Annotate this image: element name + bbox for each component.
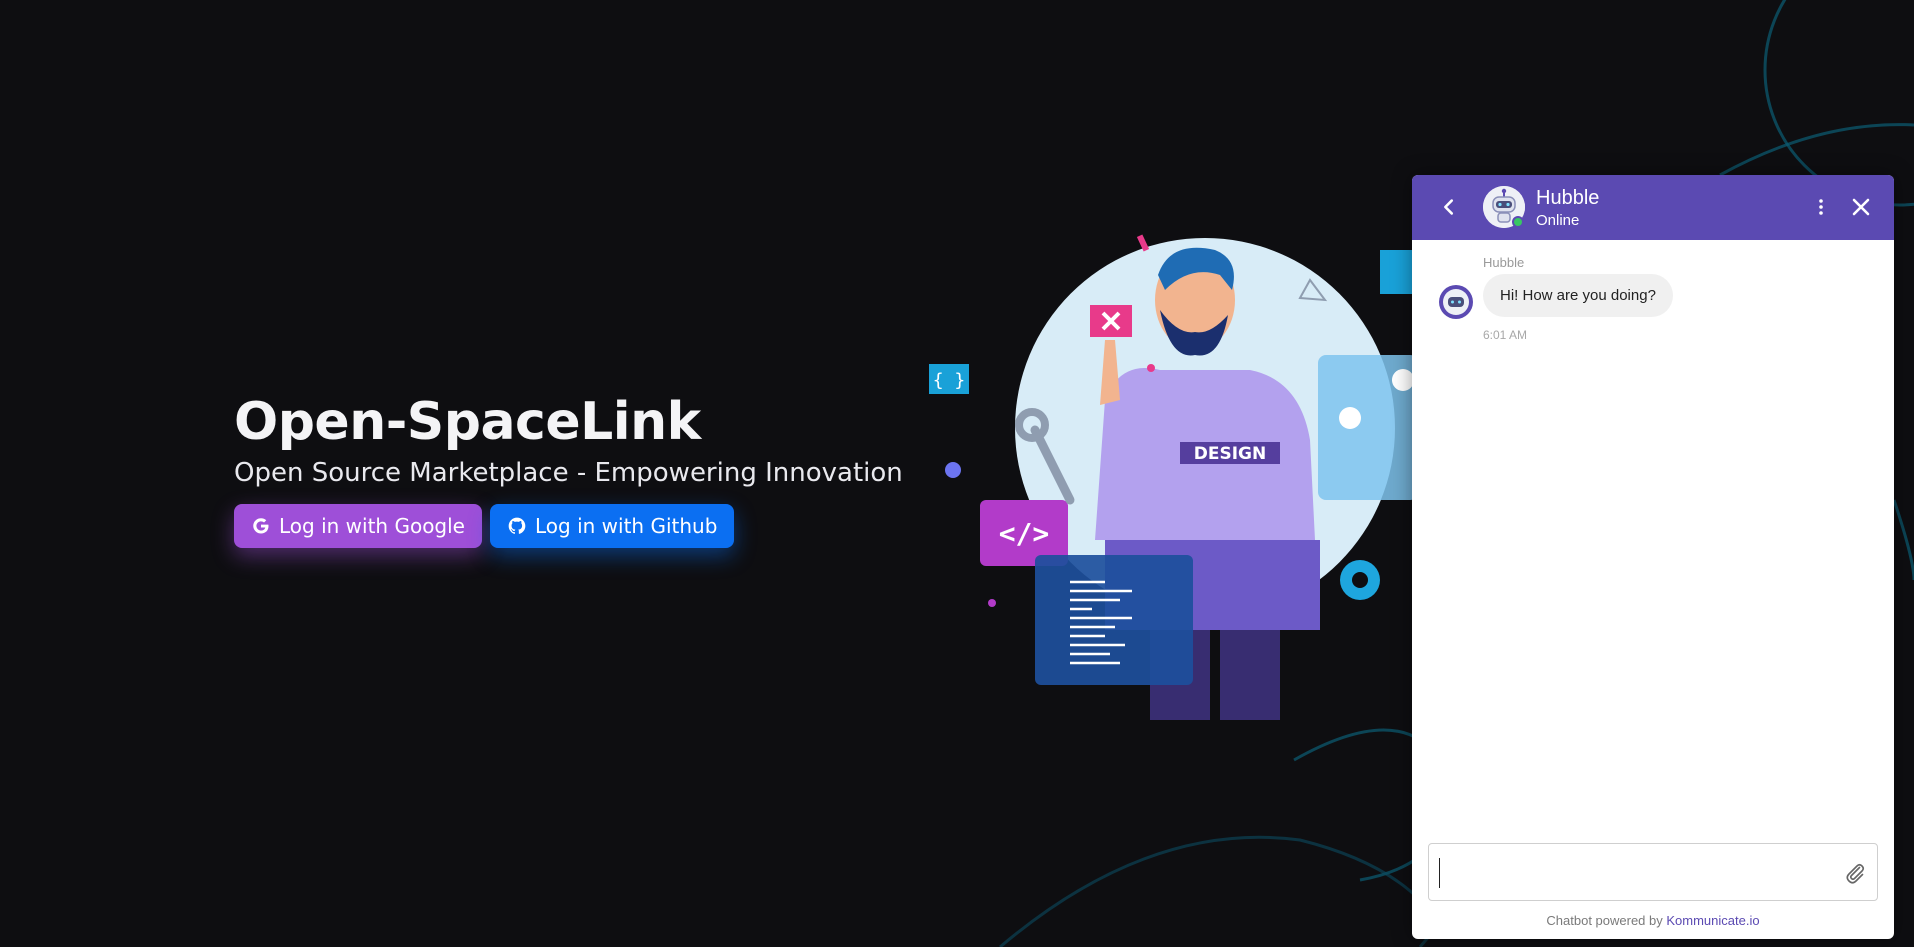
- google-login-button[interactable]: Log in with Google: [234, 504, 482, 548]
- google-icon: [253, 518, 269, 534]
- shirt-text: DESIGN: [1194, 444, 1266, 464]
- hero-illustration: DESIGN </> { }: [929, 234, 1420, 720]
- powered-by-footer: Chatbot powered by Kommunicate.io: [1412, 913, 1894, 928]
- more-vertical-icon[interactable]: [1812, 195, 1830, 219]
- login-buttons: Log in with Google Log in with Github: [234, 504, 903, 548]
- code-document-decoration: [1035, 555, 1193, 685]
- bot-status: Online: [1536, 212, 1580, 229]
- hero-section: Open-SpaceLink Open Source Marketplace -…: [234, 392, 903, 548]
- back-arrow-icon[interactable]: [1438, 195, 1460, 219]
- powered-by-text: Chatbot powered by: [1546, 913, 1667, 928]
- github-icon: [508, 517, 526, 534]
- chat-header: Hubble Online: [1412, 175, 1894, 240]
- page-subtitle: Open Source Marketplace - Empowering Inn…: [234, 458, 903, 488]
- message-input-box: [1428, 843, 1878, 901]
- paperclip-icon[interactable]: [1843, 861, 1867, 885]
- kommunicate-link[interactable]: Kommunicate.io: [1666, 913, 1759, 928]
- bot-name: Hubble: [1536, 187, 1600, 209]
- github-login-button[interactable]: Log in with Github: [490, 504, 735, 548]
- bot-avatar-icon: [1439, 285, 1473, 319]
- message-sender: Hubble: [1483, 255, 1525, 270]
- message-timestamp: 6:01 AM: [1483, 328, 1528, 342]
- close-icon[interactable]: [1849, 195, 1873, 219]
- code-badge-text: </>: [999, 517, 1050, 550]
- confetti-decoration: [1136, 234, 1150, 252]
- google-login-label: Log in with Google: [279, 514, 465, 538]
- online-status-dot: [1512, 216, 1524, 228]
- github-login-label: Log in with Github: [535, 514, 718, 538]
- chat-widget: Hubble Online Hubble Hi! How are you doi…: [1412, 175, 1894, 939]
- message-input[interactable]: [1439, 858, 1829, 888]
- svg-text:{ }: { }: [933, 370, 966, 391]
- message-bubble: Hi! How are you doing?: [1483, 274, 1673, 317]
- page-title: Open-SpaceLink: [234, 392, 701, 452]
